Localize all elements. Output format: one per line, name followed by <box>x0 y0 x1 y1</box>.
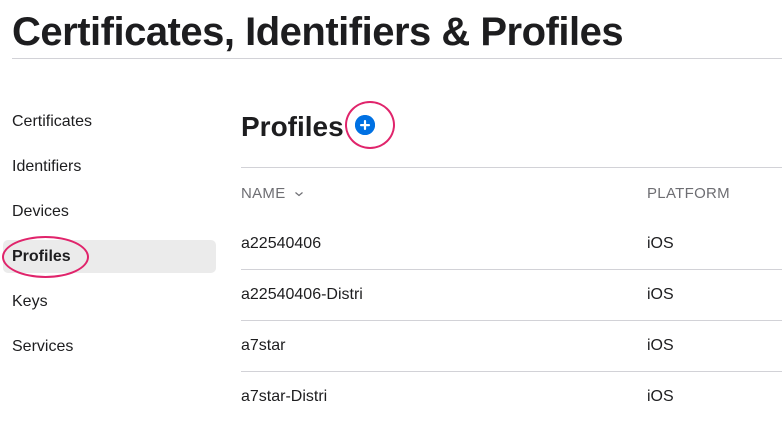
table-header: NAME PLATFORM <box>241 168 782 219</box>
main-content: Profiles NAME PLATFORM a22540406 iOS a22… <box>241 101 782 405</box>
add-profile-button[interactable] <box>355 115 375 135</box>
sidebar-item-services[interactable]: Services <box>0 330 216 363</box>
sidebar-item-label: Keys <box>12 293 48 310</box>
sidebar-item-label: Services <box>12 338 74 355</box>
name-column-header[interactable]: NAME <box>241 168 304 219</box>
table-row[interactable]: a7star-Distri iOS <box>241 372 782 422</box>
profile-name: a7star-Distri <box>241 388 328 405</box>
section-title: Profiles <box>241 111 344 142</box>
plus-circle-icon <box>355 115 375 135</box>
profile-platform: iOS <box>647 235 674 252</box>
profiles-table: NAME PLATFORM a22540406 iOS a22540406-Di… <box>241 167 782 422</box>
profile-platform: iOS <box>647 337 674 354</box>
title-divider <box>12 58 782 59</box>
profile-platform: iOS <box>647 388 674 405</box>
sidebar-item-devices[interactable]: Devices <box>0 195 216 228</box>
profile-name: a22540406-Distri <box>241 286 363 303</box>
table-row[interactable]: a22540406 iOS <box>241 219 782 270</box>
column-header-label: NAME <box>241 185 286 202</box>
sidebar-item-label: Certificates <box>12 113 93 130</box>
sidebar-item-label: Identifiers <box>12 158 82 175</box>
sidebar-item-certificates[interactable]: Certificates <box>0 105 216 138</box>
page-title: Certificates, Identifiers & Profiles <box>12 10 624 54</box>
platform-column-header: PLATFORM <box>647 185 730 202</box>
profile-platform: iOS <box>647 286 674 303</box>
sidebar-item-label: Devices <box>12 203 69 220</box>
section-header: Profiles <box>241 101 782 149</box>
sidebar-item-keys[interactable]: Keys <box>0 285 216 318</box>
profile-name: a22540406 <box>241 235 322 252</box>
profile-name: a7star <box>241 337 286 354</box>
chevron-down-icon <box>295 192 303 197</box>
sidebar-item-identifiers[interactable]: Identifiers <box>0 150 216 183</box>
table-row[interactable]: a22540406-Distri iOS <box>241 270 782 321</box>
sidebar: Certificates Identifiers Devices Profile… <box>0 105 216 375</box>
sidebar-item-profiles[interactable]: Profiles <box>2 236 216 278</box>
sidebar-item-label: Profiles <box>12 248 71 265</box>
table-row[interactable]: a7star iOS <box>241 321 782 372</box>
